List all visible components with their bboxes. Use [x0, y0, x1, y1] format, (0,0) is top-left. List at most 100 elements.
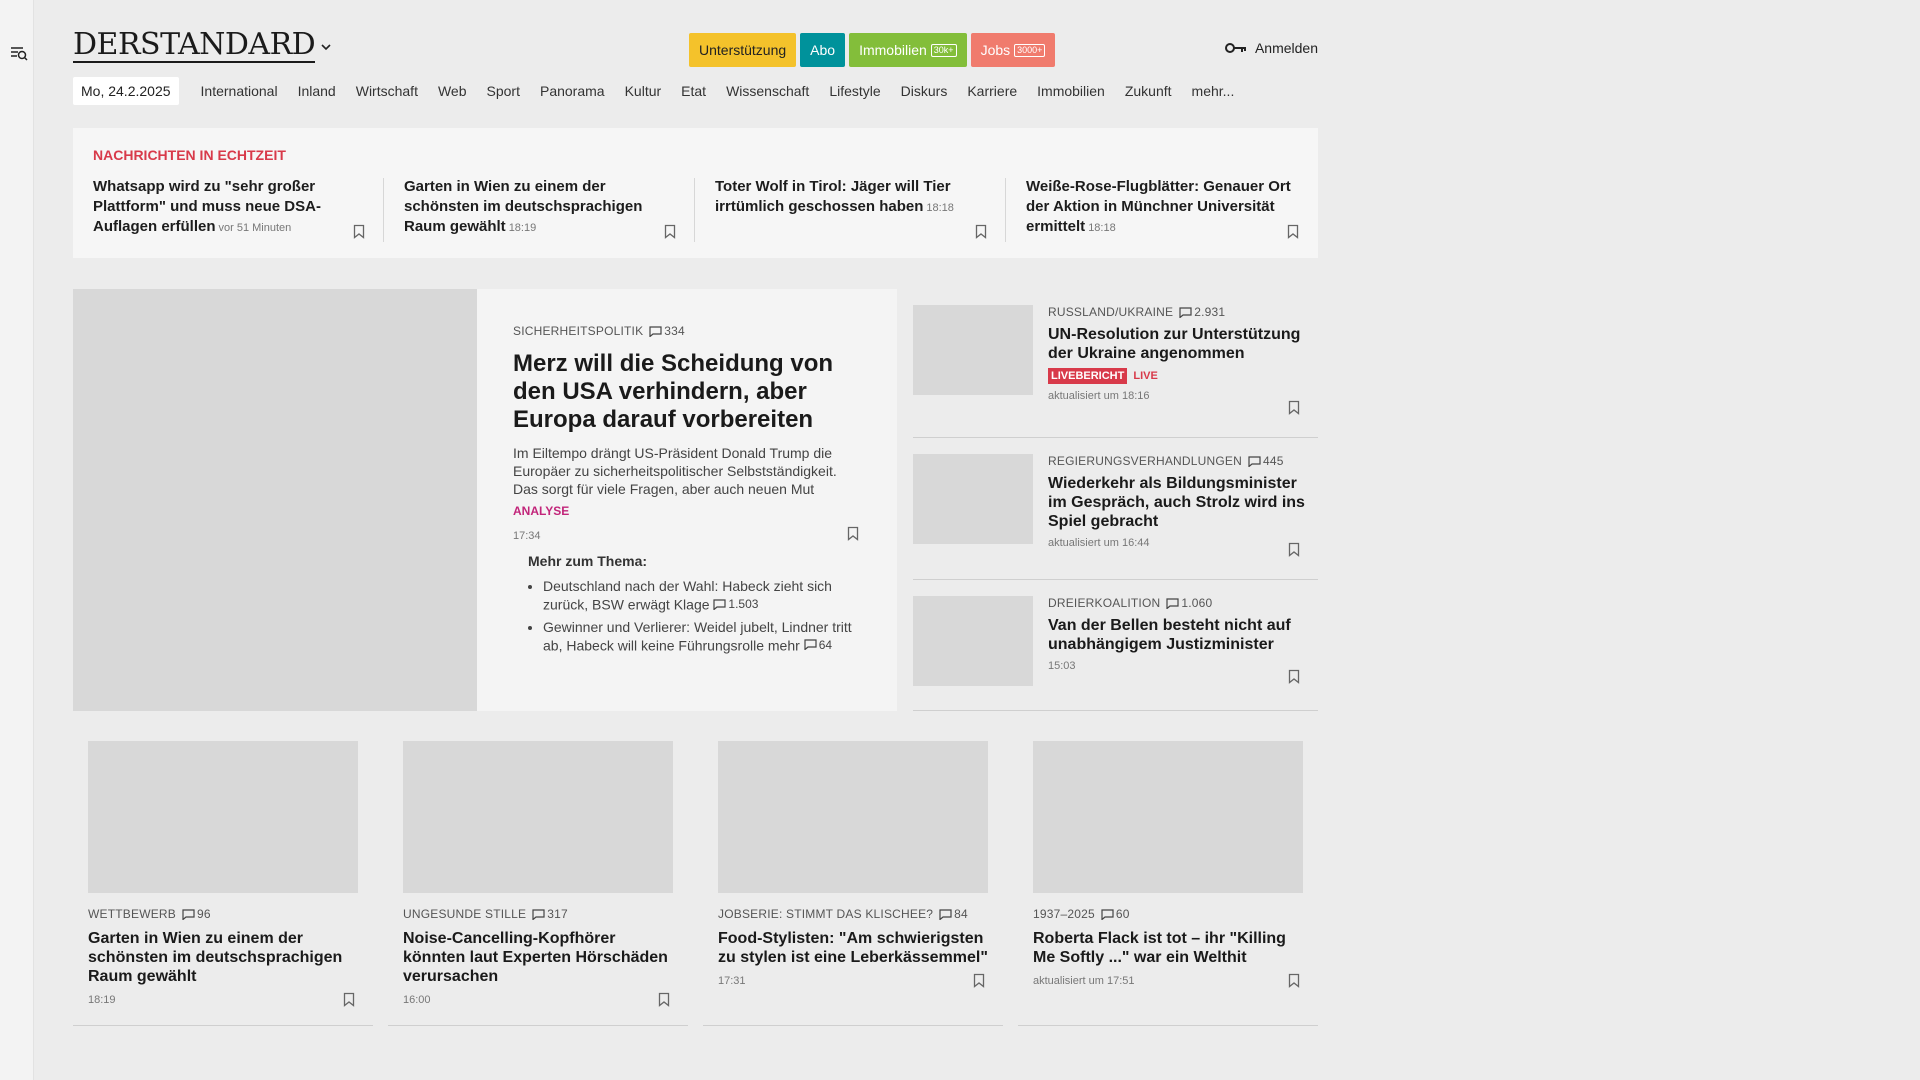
immobilien-button[interactable]: Immobilien 30k+ [849, 33, 967, 67]
bookmark-icon[interactable] [975, 224, 987, 239]
key-icon [1224, 43, 1246, 53]
nav-web[interactable]: Web [438, 83, 467, 99]
bookmark-icon[interactable] [1288, 973, 1300, 988]
related-link[interactable]: Deutschland nach der Wahl: Habeck zieht … [543, 578, 832, 613]
card-title[interactable]: Roberta Flack ist tot – ihr "Killing Me … [1033, 929, 1308, 967]
ticker-item[interactable]: Toter Wolf in Tirol: Jäger will Tier irr… [715, 177, 975, 243]
card-kicker: WETTBEWERB 96 [88, 907, 363, 921]
card-image[interactable] [1033, 741, 1303, 893]
support-button[interactable]: Unterstützung [689, 33, 797, 67]
related-item[interactable]: Deutschland nach der Wahl: Habeck zieht … [543, 577, 873, 614]
comment-icon [1101, 908, 1114, 920]
nav-more[interactable]: mehr... [1192, 83, 1235, 99]
teaser-image[interactable] [913, 305, 1033, 395]
side-teaser[interactable]: REGIERUNGSVERHANDLUNGEN 445 Wiederkehr a… [913, 438, 1318, 580]
teaser-title[interactable]: Van der Bellen besteht nicht auf unabhän… [1048, 616, 1313, 654]
nav-diskurs[interactable]: Diskurs [901, 83, 948, 99]
nav-lifestyle[interactable]: Lifestyle [829, 83, 880, 99]
site-header: DERSTANDARD Unterstützung Abo Immobilien… [73, 0, 1318, 72]
card-meta: aktualisiert um 17:51 [1033, 975, 1135, 987]
nav-immobilien[interactable]: Immobilien [1037, 83, 1105, 99]
login-button[interactable]: Anmelden [1224, 40, 1318, 56]
teaser-title[interactable]: Wiederkehr als Bildungsminister im Gespr… [1048, 474, 1313, 531]
card-title[interactable]: Noise-Cancelling-Kopfhörer könnten laut … [403, 929, 678, 986]
bookmark-icon[interactable] [1288, 542, 1300, 557]
card-body: 1937–2025 60 Roberta Flack ist tot – ihr… [1033, 907, 1308, 987]
comment-count[interactable]: 1.503 [713, 595, 758, 613]
card-title[interactable]: Food-Stylisten: "Am schwierigsten zu sty… [718, 929, 993, 967]
comment-count[interactable]: 84 [939, 907, 968, 921]
ticker-divider [1005, 178, 1006, 242]
nav-kultur[interactable]: Kultur [625, 83, 662, 99]
chevron-down-icon[interactable] [319, 40, 333, 54]
ticker-item[interactable]: Garten in Wien zu einem der schönsten im… [404, 177, 664, 243]
nav-wirtschaft[interactable]: Wirtschaft [356, 83, 418, 99]
abo-button[interactable]: Abo [800, 33, 846, 67]
bookmark-icon[interactable] [343, 992, 355, 1007]
teaser-image[interactable] [913, 596, 1033, 686]
header-pills: Unterstützung Abo Immobilien 30k+ Jobs 300… [689, 33, 1056, 67]
hero-image[interactable] [73, 289, 477, 711]
comment-count[interactable]: 317 [532, 907, 568, 921]
bookmark-icon[interactable] [973, 973, 985, 988]
side-teaser[interactable]: DREIERKOALITION 1.060 Van der Bellen bes… [913, 580, 1318, 711]
abo-label: Abo [810, 42, 836, 58]
card-title[interactable]: Garten in Wien zu einem der schönsten im… [88, 929, 363, 986]
bookmark-icon[interactable] [1288, 669, 1300, 684]
comment-count[interactable]: 60 [1101, 907, 1130, 921]
ticker-item[interactable]: Whatsapp wird zu "sehr großer Plattform"… [93, 177, 353, 243]
bookmark-icon[interactable] [658, 992, 670, 1007]
ticker-title: NACHRICHTEN IN ECHTZEIT [93, 147, 286, 163]
article-card[interactable]: WETTBEWERB 96 Garten in Wien zu einem de… [73, 741, 373, 1026]
teaser-kicker: RUSSLAND/UKRAINE 2.931 [1048, 305, 1313, 319]
comment-count-value: 1.060 [1181, 596, 1213, 610]
nav-inland[interactable]: Inland [298, 83, 336, 99]
ticker-item[interactable]: Weiße-Rose-Flugblätter: Genauer Ort der … [1026, 177, 1301, 243]
ticker-divider [383, 178, 384, 242]
comment-count-value: 1.503 [728, 597, 759, 611]
site-logo[interactable]: DERSTANDARD [73, 30, 316, 63]
comment-count[interactable]: 2.931 [1179, 305, 1225, 319]
comment-count[interactable]: 96 [182, 907, 211, 921]
nav-wissenschaft[interactable]: Wissenschaft [726, 83, 809, 99]
nav-international[interactable]: International [201, 83, 278, 99]
ticker-time: 18:18 [926, 202, 954, 214]
jobs-button[interactable]: Jobs 3000+ [970, 33, 1056, 67]
side-teaser[interactable]: RUSSLAND/UKRAINE 2.931 UN-Resolution zur… [913, 289, 1318, 438]
menu-search-icon[interactable] [10, 44, 28, 62]
hero-kicker: SICHERHEITSPOLITIK 334 [513, 324, 863, 338]
bookmark-icon[interactable] [664, 224, 676, 239]
bookmark-icon[interactable] [1288, 400, 1300, 415]
article-card[interactable]: UNGESUNDE STILLE 317 Noise-Cancelling-Ko… [388, 741, 688, 1026]
comment-count[interactable]: 1.060 [1166, 596, 1212, 610]
teaser-title[interactable]: UN-Resolution zur Unterstützung der Ukra… [1048, 325, 1313, 363]
nav-zukunft[interactable]: Zukunft [1125, 83, 1172, 99]
bookmark-icon[interactable] [353, 224, 365, 239]
support-label: Unterstützung [699, 42, 787, 58]
comment-count[interactable]: 445 [1248, 454, 1284, 468]
card-kicker-text: WETTBEWERB [88, 907, 176, 921]
nav-panorama[interactable]: Panorama [540, 83, 605, 99]
comment-count[interactable]: 334 [649, 324, 685, 338]
bookmark-icon[interactable] [847, 526, 859, 541]
article-card[interactable]: JOBSERIE: STIMMT DAS KLISCHEE? 84 Food-S… [703, 741, 1003, 1026]
bookmark-icon[interactable] [1287, 224, 1299, 239]
ticker-time: vor 51 Minuten [218, 222, 292, 234]
nav-karriere[interactable]: Karriere [967, 83, 1017, 99]
article-card[interactable]: 1937–2025 60 Roberta Flack ist tot – ihr… [1018, 741, 1318, 1026]
comment-count-value: 96 [197, 907, 211, 921]
card-kicker-text: UNGESUNDE STILLE [403, 907, 527, 921]
card-meta: 16:00 [403, 994, 431, 1006]
related-item[interactable]: Gewinner und Verlierer: Weidel jubelt, L… [543, 618, 873, 655]
hero-title[interactable]: Merz will die Scheidung von den USA verh… [513, 350, 863, 434]
nav-etat[interactable]: Etat [681, 83, 706, 99]
comment-count[interactable]: 64 [804, 636, 832, 654]
card-image[interactable] [403, 741, 673, 893]
nav-sport[interactable]: Sport [487, 83, 520, 99]
teaser-image[interactable] [913, 454, 1033, 544]
card-image[interactable] [88, 741, 358, 893]
card-image[interactable] [718, 741, 988, 893]
ticker-headline: Toter Wolf in Tirol: Jäger will Tier irr… [715, 178, 951, 215]
ticker-headline: Weiße-Rose-Flugblätter: Genauer Ort der … [1026, 178, 1291, 235]
hero-tag: ANALYSE [513, 504, 570, 518]
